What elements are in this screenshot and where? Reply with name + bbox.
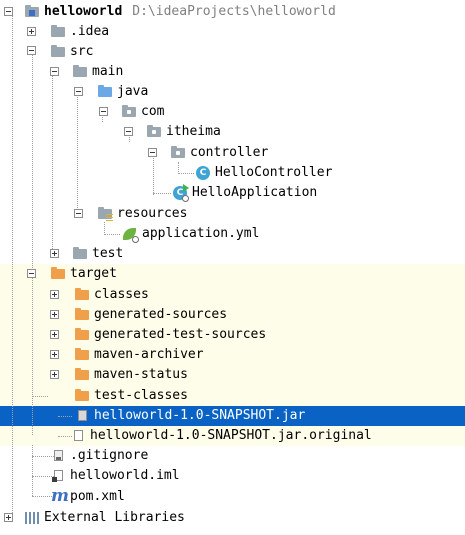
tree-row-jar[interactable]: helloworld-1.0-SNAPSHOT.jar <box>74 406 305 426</box>
node-label: com <box>141 104 165 119</box>
node-label: itheima <box>166 124 221 139</box>
tree-row-idea[interactable]: .idea <box>50 22 109 42</box>
node-label: .idea <box>70 24 110 39</box>
excluded-folder-icon <box>74 327 90 343</box>
node-label: pom.xml <box>70 489 125 504</box>
gitignore-file-icon <box>50 448 66 464</box>
spring-boot-class-icon: C <box>172 184 189 202</box>
collapse-toggle-controller[interactable] <box>148 148 157 157</box>
tree-row-controller[interactable]: controller <box>170 143 268 163</box>
node-label: .gitignore <box>70 448 149 463</box>
tree-row-target[interactable]: target <box>50 264 117 284</box>
excluded-folder-icon <box>74 388 90 404</box>
expand-toggle-maven-archiver[interactable] <box>50 350 59 359</box>
expand-toggle-maven-status[interactable] <box>50 370 59 379</box>
node-label: maven-status <box>94 367 188 382</box>
collapse-toggle-java[interactable] <box>74 87 83 96</box>
spring-config-icon <box>122 226 139 243</box>
tree-row-generated-test-sources[interactable]: generated-test-sources <box>74 325 266 345</box>
node-label: HelloController <box>215 165 333 180</box>
tree-row-hello-application[interactable]: C HelloApplication <box>172 183 317 203</box>
package-icon <box>121 104 137 120</box>
package-icon <box>170 145 186 161</box>
module-folder-icon <box>24 4 40 20</box>
tree-row-java[interactable]: java <box>97 82 148 102</box>
excluded-folder-icon <box>74 307 90 323</box>
expand-toggle-external-libraries[interactable] <box>4 513 13 522</box>
jar-file-icon <box>74 408 90 424</box>
collapse-toggle-main[interactable] <box>50 67 59 76</box>
tree-row-com[interactable]: com <box>121 102 164 122</box>
tree-row-classes[interactable]: classes <box>74 285 149 305</box>
tree-row-external-libraries[interactable]: External Libraries <box>24 508 185 528</box>
tree-row-jar-original[interactable]: helloworld-1.0-SNAPSHOT.jar.original <box>70 426 372 446</box>
excluded-folder-icon <box>74 287 90 303</box>
collapse-toggle-com[interactable] <box>99 107 108 116</box>
node-label: src <box>70 44 94 59</box>
tree-row-application-yml[interactable]: application.yml <box>122 224 259 244</box>
java-class-icon: C <box>195 165 211 181</box>
libraries-icon <box>24 510 40 526</box>
node-label: maven-archiver <box>94 347 204 362</box>
tree-row-hello-controller[interactable]: C HelloController <box>195 163 332 183</box>
expand-toggle-idea[interactable] <box>27 27 36 36</box>
module-file-icon <box>50 468 66 484</box>
project-name: helloworld <box>44 4 123 19</box>
folder-icon <box>72 64 88 80</box>
project-path: D:\ideaProjects\helloworld <box>132 4 336 19</box>
folder-icon <box>50 24 66 40</box>
tree-row-generated-sources[interactable]: generated-sources <box>74 305 227 325</box>
tree-row-pom[interactable]: m pom.xml <box>50 486 125 507</box>
collapse-toggle-helloworld[interactable] <box>4 7 13 16</box>
resources-folder-icon <box>97 206 113 222</box>
tree-row-test-classes[interactable]: test-classes <box>74 386 188 406</box>
tree-row-src[interactable]: src <box>50 42 93 62</box>
folder-icon <box>72 246 88 262</box>
package-icon <box>146 124 162 140</box>
node-label: test <box>92 246 124 261</box>
project-tree: helloworld D:\ideaProjects\helloworld .i… <box>0 0 465 535</box>
node-label: classes <box>94 287 149 302</box>
tree-row-maven-archiver[interactable]: maven-archiver <box>74 345 204 365</box>
maven-icon: m <box>51 486 69 506</box>
collapse-toggle-target[interactable] <box>27 269 36 278</box>
node-label: External Libraries <box>44 510 185 525</box>
tree-row-resources[interactable]: resources <box>97 204 187 224</box>
node-label: application.yml <box>142 226 260 241</box>
node-label: controller <box>190 145 269 160</box>
expand-toggle-classes[interactable] <box>50 290 59 299</box>
tree-row-main[interactable]: main <box>72 62 123 82</box>
excluded-folder-icon <box>74 347 90 363</box>
tree-row-itheima[interactable]: itheima <box>146 122 221 142</box>
collapse-toggle-resources[interactable] <box>74 209 83 218</box>
node-label: HelloApplication <box>192 185 318 200</box>
expand-toggle-test[interactable] <box>50 249 59 258</box>
collapse-toggle-src[interactable] <box>27 46 36 55</box>
node-label: helloworld.iml <box>70 468 180 483</box>
tree-row-maven-status[interactable]: maven-status <box>74 365 188 385</box>
node-label: test-classes <box>94 388 188 403</box>
tree-row-iml[interactable]: helloworld.iml <box>50 466 180 486</box>
tree-row-helloworld[interactable]: helloworld D:\ideaProjects\helloworld <box>24 2 336 22</box>
node-label: generated-sources <box>94 307 228 322</box>
excluded-folder-icon <box>74 367 90 383</box>
folder-icon <box>50 44 66 60</box>
source-folder-icon <box>97 84 113 100</box>
tree-row-test[interactable]: test <box>72 244 123 264</box>
excluded-folder-icon <box>50 266 66 282</box>
node-label: main <box>92 64 124 79</box>
node-label: target <box>70 266 117 281</box>
node-label: helloworld-1.0-SNAPSHOT.jar <box>94 408 306 423</box>
tree-row-gitignore[interactable]: .gitignore <box>50 446 148 466</box>
collapse-toggle-itheima[interactable] <box>124 127 133 136</box>
node-label: helloworld-1.0-SNAPSHOT.jar.original <box>90 428 372 443</box>
node-label: generated-test-sources <box>94 327 267 342</box>
file-icon <box>70 428 86 444</box>
expand-toggle-generated-test-sources[interactable] <box>50 330 59 339</box>
expand-toggle-generated-sources[interactable] <box>50 310 59 319</box>
node-label: java <box>117 84 149 99</box>
node-label: resources <box>117 206 188 221</box>
